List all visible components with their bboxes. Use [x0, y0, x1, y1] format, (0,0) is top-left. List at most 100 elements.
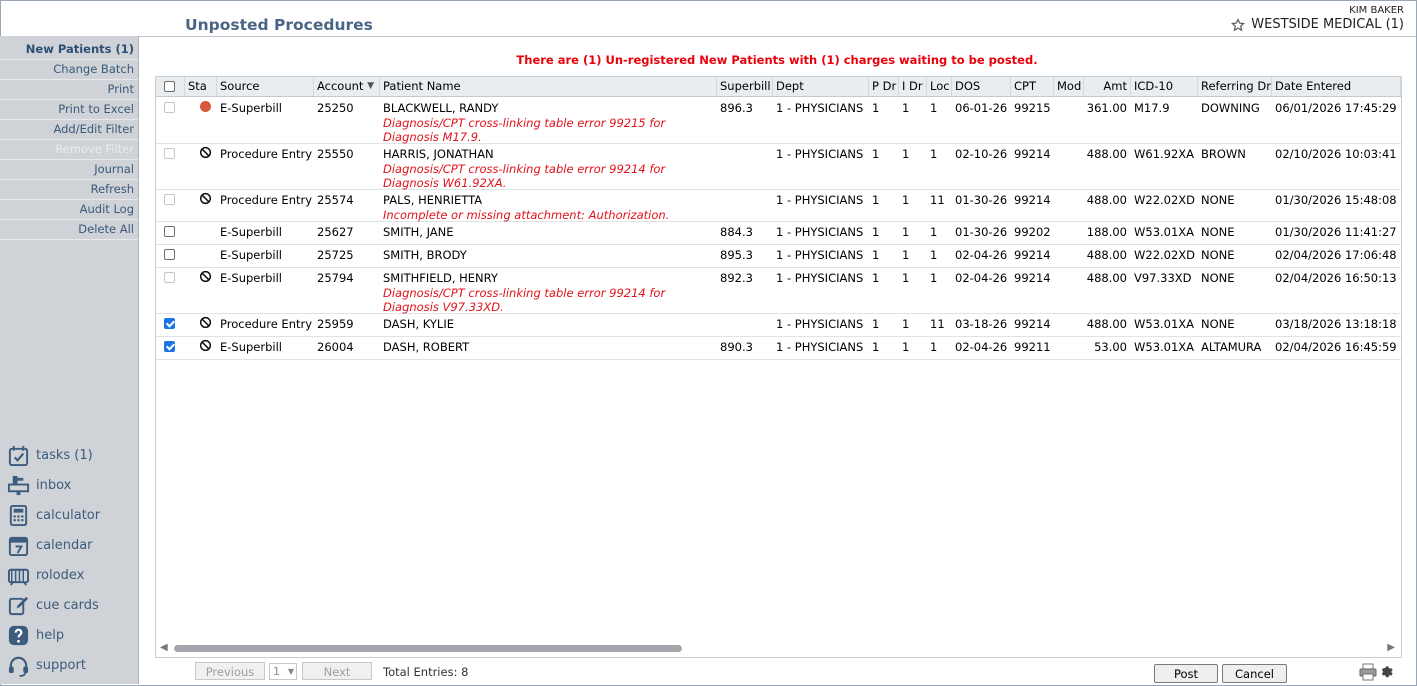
- column-header-i-dr[interactable]: I Dr: [899, 77, 927, 96]
- table-row[interactable]: E-Superbill 25794 SMITHFIELD, HENRY 892.3 1 …: [156, 267, 1401, 314]
- row-checkbox[interactable]: [164, 226, 175, 237]
- column-header-label: Account: [317, 79, 364, 93]
- cell-icd: M17.9: [1134, 101, 1170, 115]
- scrollbar-thumb[interactable]: [174, 645, 682, 652]
- column-header-referring-dr[interactable]: Referring Dr: [1198, 77, 1272, 96]
- table-row[interactable]: Procedure Entry 25959 DASH, KYLIE 1 - PHYSI…: [156, 313, 1401, 337]
- tool-label: support: [36, 657, 86, 673]
- cell-dept: 1 - PHYSICIANS: [776, 248, 864, 262]
- horizontal-scrollbar[interactable]: ◀ ▶: [156, 641, 1399, 655]
- cell-ref: ALTAMURA: [1201, 340, 1262, 354]
- table-row[interactable]: E-Superbill 25250 BLACKWELL, RANDY 896.3 1 -…: [156, 97, 1401, 144]
- select-all-checkbox[interactable]: [164, 81, 175, 92]
- column-header-source[interactable]: Source: [217, 77, 314, 96]
- practice-selector[interactable]: WESTSIDE MEDICAL (1): [1231, 17, 1404, 32]
- page-number: 1: [273, 665, 280, 678]
- column-header-amt[interactable]: Amt: [1084, 77, 1131, 96]
- column-header-label: Referring Dr: [1201, 79, 1271, 93]
- cell-superbill: 892.3: [720, 271, 753, 285]
- column-header-patient-name[interactable]: Patient Name: [380, 77, 717, 96]
- sidebar-item-journal[interactable]: Journal: [0, 160, 138, 180]
- table-row[interactable]: E-Superbill 26004 DASH, ROBERT 890.3 1 - PHY…: [156, 336, 1401, 360]
- tool-label: inbox: [36, 477, 72, 493]
- cell-cpt: 99214: [1014, 248, 1051, 262]
- cell-dept: 1 - PHYSICIANS: [776, 225, 864, 239]
- tool-label: calculator: [36, 507, 101, 523]
- column-header-label: Source: [220, 79, 260, 93]
- cell-loc: 1: [930, 340, 938, 354]
- help-icon: [8, 625, 29, 645]
- cell-cpt: 99214: [1014, 317, 1051, 331]
- column-header-mod[interactable]: Mod: [1054, 77, 1084, 96]
- printer-icon[interactable]: [1358, 663, 1378, 681]
- cell-account: 25959: [317, 317, 354, 331]
- cell-superbill: 896.3: [720, 101, 753, 115]
- tool-support[interactable]: support: [0, 650, 138, 680]
- tool-help[interactable]: help: [0, 620, 138, 650]
- sidebar-item-audit-log[interactable]: Audit Log: [0, 200, 138, 220]
- cell-source: Procedure Entry: [220, 317, 313, 331]
- row-checkbox[interactable]: [164, 249, 175, 260]
- cell-source: E-Superbill: [220, 101, 282, 115]
- column-header-loc[interactable]: Loc: [927, 77, 952, 96]
- tool-cue-cards[interactable]: cue cards: [0, 590, 138, 620]
- gear-icon[interactable]: [1379, 664, 1394, 679]
- cell-patient: BLACKWELL, RANDY: [383, 101, 499, 115]
- cell-ref: DOWNING: [1201, 101, 1260, 115]
- cell-source: E-Superbill: [220, 271, 282, 285]
- star-icon[interactable]: [1231, 17, 1246, 32]
- row-checkbox[interactable]: [164, 341, 175, 352]
- cell-superbill: 890.3: [720, 340, 753, 354]
- column-header-cpt[interactable]: CPT: [1011, 77, 1054, 96]
- cancel-button[interactable]: Cancel: [1222, 664, 1287, 683]
- sidebar-item-print[interactable]: Print: [0, 80, 138, 100]
- previous-button[interactable]: Previous: [195, 662, 265, 680]
- tool-inbox[interactable]: inbox: [0, 470, 138, 500]
- table-row[interactable]: Procedure Entry 25550 HARRIS, JONATHAN 1 - …: [156, 143, 1401, 190]
- table-row[interactable]: Procedure Entry 25574 PALS, HENRIETTA 1 - P…: [156, 189, 1401, 222]
- cell-icd: W22.02XD: [1134, 248, 1196, 262]
- tool-calendar[interactable]: calendar: [0, 530, 138, 560]
- column-header-account[interactable]: Account ▼: [314, 77, 380, 96]
- cell-dept: 1 - PHYSICIANS: [776, 193, 864, 207]
- tool-rolodex[interactable]: rolodex: [0, 560, 138, 590]
- cell-dept: 1 - PHYSICIANS: [776, 317, 864, 331]
- sidebar-item-refresh[interactable]: Refresh: [0, 180, 138, 200]
- sidebar-item-print-to-excel[interactable]: Print to Excel: [0, 100, 138, 120]
- cell-loc: 1: [930, 271, 938, 285]
- cell-pdr: 1: [872, 248, 880, 262]
- new-patients-banner: There are (1) Un-registered New Patients…: [516, 53, 1038, 67]
- column-header-date-entered[interactable]: Date Entered: [1272, 77, 1401, 96]
- page-select[interactable]: 1 ▼: [269, 663, 297, 680]
- tool-tasks-1[interactable]: tasks (1): [0, 440, 138, 470]
- cell-patient: PALS, HENRIETTA: [383, 193, 483, 207]
- scroll-left-icon[interactable]: ◀: [160, 642, 168, 653]
- column-header-superbill[interactable]: Superbill: [717, 77, 773, 96]
- column-header-icd-10[interactable]: ICD-10: [1131, 77, 1198, 96]
- column-header-dos[interactable]: DOS: [952, 77, 1011, 96]
- scroll-right-icon[interactable]: ▶: [1387, 642, 1395, 653]
- cell-icd: W61.92XA: [1134, 147, 1195, 161]
- tool-calculator[interactable]: calculator: [0, 500, 138, 530]
- sidebar-item-new-patients-1[interactable]: New Patients (1): [0, 40, 138, 60]
- cell-loc: 1: [930, 248, 938, 262]
- status-new-patient-icon: [200, 101, 211, 112]
- sidebar-item-change-batch[interactable]: Change Batch: [0, 60, 138, 80]
- sidebar-item-add-edit-filter[interactable]: Add/Edit Filter: [0, 120, 138, 140]
- column-header-p-dr[interactable]: P Dr: [869, 77, 899, 96]
- cell-loc: 11: [930, 193, 945, 207]
- table-row[interactable]: E-Superbill 25725 SMITH, BRODY 895.3 1 - PHY…: [156, 244, 1401, 268]
- cell-entered: 01/30/2026 15:48:08: [1275, 193, 1397, 207]
- cell-loc: 1: [930, 225, 938, 239]
- sidebar-item-delete-all[interactable]: Delete All: [0, 220, 138, 240]
- next-button[interactable]: Next: [302, 662, 372, 680]
- status-blocked-icon: [199, 339, 212, 352]
- column-header-sta[interactable]: Sta: [185, 77, 217, 96]
- cell-patient: SMITHFIELD, HENRY: [383, 271, 498, 285]
- table-row[interactable]: E-Superbill 25627 SMITH, JANE 884.3 1 - PHYS…: [156, 221, 1401, 245]
- column-header-dept[interactable]: Dept: [773, 77, 869, 96]
- row-checkbox: [164, 194, 175, 205]
- tool-label: help: [36, 627, 65, 643]
- post-button[interactable]: Post: [1154, 664, 1218, 683]
- row-checkbox[interactable]: [164, 318, 175, 329]
